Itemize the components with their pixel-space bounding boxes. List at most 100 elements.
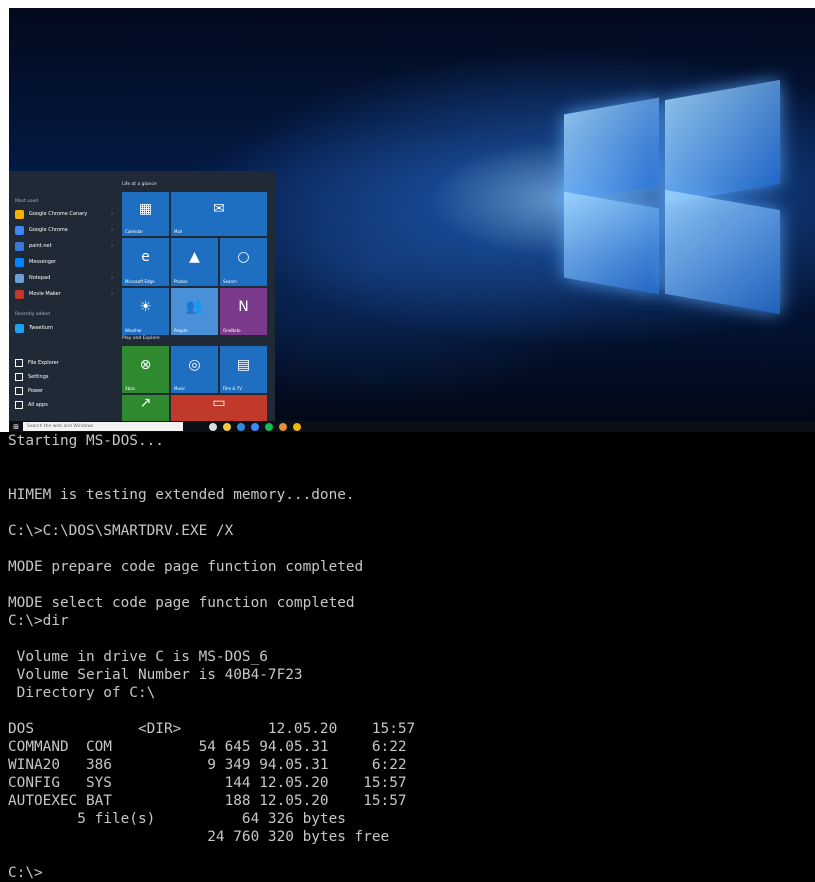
tile-calendar[interactable]: ▦ Calendar bbox=[122, 192, 169, 236]
folder-icon bbox=[15, 358, 23, 367]
tile-xbox[interactable]: ⊗ Xbox bbox=[122, 346, 169, 393]
file-explorer-icon[interactable] bbox=[223, 422, 231, 431]
people-icon: 👥 bbox=[185, 298, 204, 315]
tile-label: Film & TV bbox=[223, 386, 242, 391]
tile-music[interactable]: ◎ Music bbox=[171, 346, 218, 393]
windows-logo-pane-tr bbox=[665, 79, 780, 205]
console-line: C:\>dir bbox=[8, 613, 69, 629]
edge-icon: e bbox=[141, 249, 150, 265]
start-bottom-label: Power bbox=[28, 387, 44, 394]
search-icon: ○ bbox=[237, 249, 250, 265]
start-item-label: Notepad bbox=[29, 275, 51, 281]
chevron-right-icon[interactable]: › bbox=[111, 227, 113, 233]
music-icon: ◎ bbox=[188, 356, 201, 373]
news-icon: ▭ bbox=[212, 395, 226, 411]
tile-label: Photos bbox=[174, 279, 188, 284]
start-bottom-label: All apps bbox=[28, 401, 48, 408]
tile-label: Microsoft Edge bbox=[125, 279, 155, 284]
start-item-label: Messenger bbox=[29, 259, 57, 265]
tile-label: Mail bbox=[174, 229, 183, 234]
start-item-google-chrome-canary[interactable]: Google Chrome Canary › bbox=[15, 207, 113, 221]
tile-label: Calendar bbox=[125, 229, 143, 234]
search-placeholder: Search the web and Windows bbox=[27, 424, 94, 429]
start-item-label: Google Chrome Canary bbox=[29, 211, 88, 217]
start-item-movie-maker[interactable]: Movie Maker › bbox=[15, 287, 113, 301]
tile-label: Search bbox=[223, 279, 237, 284]
paintnet-icon bbox=[15, 241, 24, 251]
console-line: C:\> bbox=[8, 865, 43, 881]
tile-money[interactable]: ↗ bbox=[122, 395, 169, 421]
tile-onenote[interactable]: N OneNote bbox=[220, 288, 267, 335]
start-settings[interactable]: Settings bbox=[15, 371, 49, 382]
mail-icon: ✉ bbox=[213, 201, 225, 217]
tweetium-icon bbox=[15, 323, 24, 333]
taskbar: ⊞ Search the web and Windows bbox=[9, 421, 815, 432]
tile-microsoft-edge[interactable]: e Microsoft Edge bbox=[122, 238, 169, 286]
windows-logo-pane-tl bbox=[564, 97, 659, 203]
tile-weather[interactable]: ☀ Weather bbox=[122, 288, 169, 335]
chrome-icon bbox=[15, 225, 24, 235]
paint-icon[interactable] bbox=[279, 422, 287, 431]
start-item-notepad[interactable]: Notepad › bbox=[15, 271, 113, 285]
console-line: DOS <DIR> 12.05.20 15:57 bbox=[8, 721, 416, 737]
tile-label: OneNote bbox=[223, 328, 241, 333]
power-icon bbox=[15, 386, 23, 395]
start-all-apps[interactable]: All apps bbox=[15, 399, 48, 410]
group-life-at-a-glance: Life at a glance bbox=[122, 182, 157, 187]
console-line: AUTOEXEC BAT 188 12.05.20 15:57 bbox=[8, 793, 407, 809]
messenger-icon bbox=[15, 257, 24, 267]
money-icon: ↗ bbox=[139, 395, 152, 411]
list-icon bbox=[15, 400, 23, 409]
start-item-tweetium[interactable]: Tweetium bbox=[15, 321, 113, 335]
tile-label: Music bbox=[174, 386, 186, 391]
tile-search[interactable]: ○ Search bbox=[220, 238, 267, 286]
windows-logo-pane-br bbox=[665, 189, 780, 315]
xbox-icon: ⊗ bbox=[139, 356, 152, 373]
edge-taskbar-icon[interactable] bbox=[237, 422, 245, 431]
ms-dos-console[interactable]: Starting MS-DOS... HIMEM is testing exten… bbox=[0, 432, 815, 882]
console-line: Directory of C:\ bbox=[8, 685, 156, 701]
weather-icon: ☀ bbox=[139, 298, 152, 315]
windows-logo-pane-bl bbox=[564, 191, 659, 295]
task-view-icon[interactable] bbox=[209, 422, 217, 431]
start-button[interactable]: ⊞ bbox=[9, 421, 23, 432]
start-item-label: Movie Maker bbox=[29, 291, 61, 297]
chevron-right-icon[interactable]: › bbox=[111, 211, 113, 217]
chevron-right-icon[interactable]: › bbox=[111, 243, 113, 249]
chrome-taskbar-icon[interactable] bbox=[251, 422, 259, 431]
start-item-google-chrome[interactable]: Google Chrome › bbox=[15, 223, 113, 237]
tile-mail[interactable]: ✉ Mail bbox=[171, 192, 267, 236]
spotify-icon[interactable] bbox=[265, 422, 273, 431]
console-line: 5 file(s) 64 326 bytes bbox=[8, 811, 346, 827]
search-box[interactable]: Search the web and Windows bbox=[23, 422, 183, 431]
console-line: Volume in drive C is MS-DOS_6 bbox=[8, 649, 268, 665]
console-line: MODE prepare code page function complete… bbox=[8, 559, 364, 575]
start-menu-app-list: Most used Google Chrome Canary › Google Ch… bbox=[9, 171, 117, 421]
tile-photos[interactable]: ▲ Photos bbox=[171, 238, 218, 286]
tile-label: Weather bbox=[125, 328, 142, 333]
chevron-right-icon[interactable]: › bbox=[111, 275, 113, 281]
start-bottom-label: Settings bbox=[28, 373, 49, 380]
movie-maker-icon bbox=[15, 289, 24, 299]
start-item-paint-net[interactable]: paint.net › bbox=[15, 239, 113, 253]
onenote-icon: N bbox=[238, 298, 249, 315]
start-power[interactable]: Power bbox=[15, 385, 43, 396]
start-file-explorer[interactable]: File Explorer bbox=[15, 357, 59, 368]
notepad-icon bbox=[15, 273, 24, 283]
start-item-messenger[interactable]: Messenger bbox=[15, 255, 113, 269]
group-play-and-explore: Play and Explore bbox=[122, 336, 160, 341]
tile-people[interactable]: 👥 People bbox=[171, 288, 218, 335]
film-icon: ▤ bbox=[236, 356, 251, 373]
tile-label: Xbox bbox=[125, 386, 135, 391]
tile-film-tv[interactable]: ▤ Film & TV bbox=[220, 346, 267, 393]
console-line: COMMAND COM 54 645 94.05.31 6:22 bbox=[8, 739, 407, 755]
console-line: HIMEM is testing extended memory...done. bbox=[8, 487, 355, 503]
console-line: WINA20 386 9 349 94.05.31 6:22 bbox=[8, 757, 407, 773]
chrome-canary-taskbar-icon[interactable] bbox=[293, 422, 301, 431]
chevron-right-icon[interactable]: › bbox=[111, 291, 113, 297]
recently-added-header: Recently added bbox=[15, 312, 50, 317]
tile-news[interactable]: ▭ bbox=[171, 395, 267, 421]
start-item-label: paint.net bbox=[29, 243, 52, 249]
photos-icon: ▲ bbox=[189, 249, 200, 265]
console-line: C:\>C:\DOS\SMARTDRV.EXE /X bbox=[8, 523, 234, 539]
